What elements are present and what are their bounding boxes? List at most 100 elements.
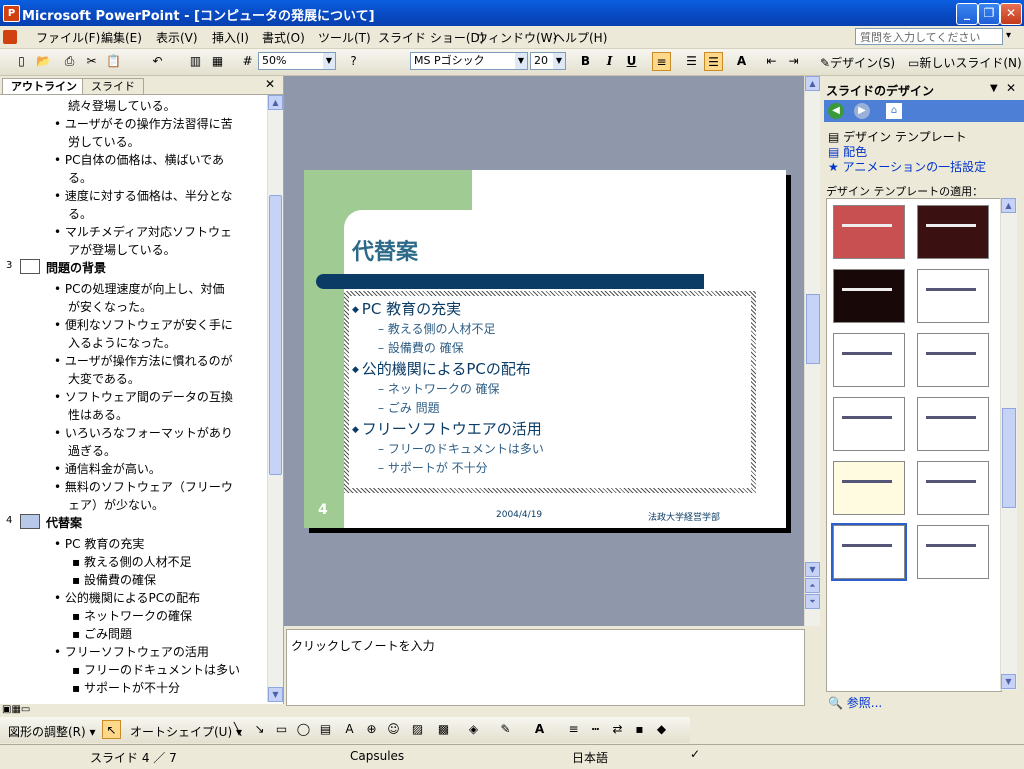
design-template-thumbnail[interactable]	[833, 333, 905, 387]
slide-sorter-icon[interactable]: ▦	[11, 704, 20, 715]
outline-line[interactable]: • いろいろなフォーマットがあり	[54, 424, 233, 441]
align-left-icon[interactable]: ≡	[652, 52, 671, 71]
scroll-thumb[interactable]	[269, 195, 282, 475]
design-template-thumbnail[interactable]	[833, 461, 905, 515]
draw-adjust-menu[interactable]: 図形の調整(R) ▾	[8, 723, 96, 740]
design-template-thumbnail[interactable]	[917, 333, 989, 387]
line-color-icon[interactable]: ✎	[496, 720, 515, 739]
design-template-thumbnail[interactable]	[831, 523, 907, 581]
fill-color-icon[interactable]: ◈	[464, 720, 483, 739]
outline-line[interactable]: ▪ ごみ問題	[72, 625, 132, 642]
design-button[interactable]: ✎デザイン(S)	[820, 54, 895, 71]
menu-insert[interactable]: 挿入(I)	[212, 29, 249, 46]
bullets-icon[interactable]: ☰	[704, 52, 723, 71]
menu-view[interactable]: 表示(V)	[156, 29, 198, 46]
outline-line[interactable]: • 速度に対する価格は、半分とな	[54, 187, 233, 204]
design-template-thumbnail[interactable]	[917, 269, 989, 323]
font-size-select[interactable]: 20 ▼	[530, 52, 566, 70]
scroll-thumb[interactable]	[1002, 408, 1016, 508]
outline-slide-title[interactable]: 代替案	[46, 514, 82, 531]
notes-pane[interactable]: クリックしてノートを入力	[286, 629, 805, 706]
outline-line[interactable]: 労している。	[68, 133, 140, 150]
outline-line[interactable]: ▪ 設備費の確保	[72, 571, 156, 588]
new-slide-button[interactable]: ▭新しいスライド(N)	[908, 54, 1022, 71]
outline-line[interactable]: アが登場している。	[68, 241, 176, 258]
outline-line[interactable]: が安くなった。	[68, 298, 152, 315]
outline-line[interactable]: 入るようになった。	[68, 334, 176, 351]
outline-line[interactable]: • PCの処理速度が向上し、対価	[54, 280, 225, 297]
close-button[interactable]: ✕	[1000, 3, 1022, 25]
slide-icon[interactable]	[20, 259, 40, 274]
picture-icon[interactable]: ▨	[408, 720, 427, 739]
scroll-down-icon[interactable]: ▼	[1001, 674, 1016, 689]
arrow-style-icon[interactable]: ⇄	[608, 720, 627, 739]
decrease-indent-icon[interactable]: ⇤	[762, 52, 781, 71]
open-folder-icon[interactable]: 📂	[34, 52, 53, 71]
scroll-down-icon[interactable]: ▼	[268, 687, 283, 702]
outline-line[interactable]: 性はある。	[68, 406, 128, 423]
increase-indent-icon[interactable]: ⇥	[784, 52, 803, 71]
slide-bullet-level1[interactable]: ◆ フリーソフトウエアの活用	[352, 418, 542, 439]
outline-line[interactable]: • フリーソフトウェアの活用	[54, 643, 209, 660]
slide-bullet-level1[interactable]: ◆ PC 教育の充実	[352, 298, 461, 319]
powerpoint-app-icon[interactable]: P	[3, 5, 20, 22]
home-icon[interactable]: ⌂	[886, 103, 902, 119]
diagram-icon[interactable]: ⊕	[362, 720, 381, 739]
scroll-up-icon[interactable]: ▲	[268, 95, 283, 110]
slide[interactable]: 代替案 ◆ PC 教育の充実 – 教える側の人材不足 – 設備費の 確保 ◆ 公的機関…	[304, 170, 786, 528]
italic-button[interactable]: I	[600, 52, 619, 71]
outline-line[interactable]: 過ぎる。	[68, 442, 116, 459]
menu-edit[interactable]: 編集(E)	[101, 29, 142, 46]
select-pointer-icon[interactable]: ↖	[102, 720, 121, 739]
scroll-thumb[interactable]	[806, 294, 820, 364]
menu-window[interactable]: ウィンドウ(W)	[476, 29, 557, 46]
outline-line[interactable]: る。	[68, 169, 92, 186]
grid-icon[interactable]: #	[238, 52, 257, 71]
design-template-thumbnail[interactable]	[917, 461, 989, 515]
outline-line[interactable]: 続々登場している。	[68, 97, 176, 114]
browse-link[interactable]: 🔍 参照...	[828, 694, 882, 711]
outline-scrollbar[interactable]: ▲ ▼	[267, 95, 283, 702]
outline-line[interactable]: • ソフトウェア間のデータの互換	[54, 388, 233, 405]
menu-format[interactable]: 書式(O)	[262, 29, 305, 46]
close-icon[interactable]: ✕	[1006, 81, 1016, 95]
slide-scrollbar[interactable]: ▲ ▼ ⏶ ⏷	[804, 76, 821, 626]
numbering-icon[interactable]: ☰	[682, 52, 701, 71]
oval-icon[interactable]: ◯	[294, 720, 313, 739]
next-slide-icon[interactable]: ⏷	[805, 594, 820, 609]
wordart-icon[interactable]: A	[340, 720, 359, 739]
menu-slideshow[interactable]: スライド ショー(D)	[378, 29, 484, 46]
undo-icon[interactable]: ↶	[148, 52, 167, 71]
outline-line[interactable]: ▪ ネットワークの確保	[72, 607, 192, 624]
shadow-icon[interactable]: ▪	[630, 720, 649, 739]
chevron-down-icon[interactable]: ▼	[990, 83, 998, 94]
new-document-icon[interactable]: ▯	[12, 52, 31, 71]
slide-title[interactable]: 代替案	[352, 234, 418, 266]
back-icon[interactable]: ◀	[828, 103, 844, 119]
outline-slide-title[interactable]: 問題の背景	[46, 259, 106, 276]
slide-bullet-level2[interactable]: – 設備費の 確保	[378, 339, 464, 356]
increase-font-icon[interactable]: A	[732, 52, 751, 71]
menu-tools[interactable]: ツール(T)	[318, 29, 371, 46]
design-template-thumbnail[interactable]	[833, 205, 905, 259]
font-color-icon[interactable]: A	[530, 720, 549, 739]
3d-icon[interactable]: ◆	[652, 720, 671, 739]
outline-line[interactable]: • 通信料金が高い。	[54, 460, 161, 477]
scroll-up-icon[interactable]: ▲	[1001, 198, 1016, 213]
slideshow-icon[interactable]: ▭	[21, 704, 30, 715]
close-icon[interactable]: ✕	[265, 77, 275, 91]
tab-outline[interactable]: アウトライン	[2, 78, 86, 94]
document-icon[interactable]	[3, 30, 17, 44]
forward-icon[interactable]: ▶	[854, 103, 870, 119]
slide-bullet-level2[interactable]: – ごみ 問題	[378, 399, 440, 416]
previous-slide-icon[interactable]: ⏶	[805, 578, 820, 593]
dash-style-icon[interactable]: ┅	[586, 720, 605, 739]
outline-text[interactable]: 続々登場している。 • ユーザがその操作方法習得に苦 労している。 • PC自体の価格…	[0, 95, 266, 695]
design-template-thumbnail[interactable]	[833, 397, 905, 451]
outline-line[interactable]: ▪ フリーのドキュメントは多い	[72, 661, 240, 678]
outline-line[interactable]: ▪ 教える側の人材不足	[72, 553, 192, 570]
outline-line[interactable]: • 無料のソフトウェア（フリーウ	[54, 478, 233, 495]
slide-bullet-level2[interactable]: – 教える側の人材不足	[378, 320, 495, 337]
chevron-down-icon[interactable]: ▾	[1006, 30, 1011, 41]
gallery-scrollbar[interactable]: ▲ ▼	[1000, 198, 1017, 690]
